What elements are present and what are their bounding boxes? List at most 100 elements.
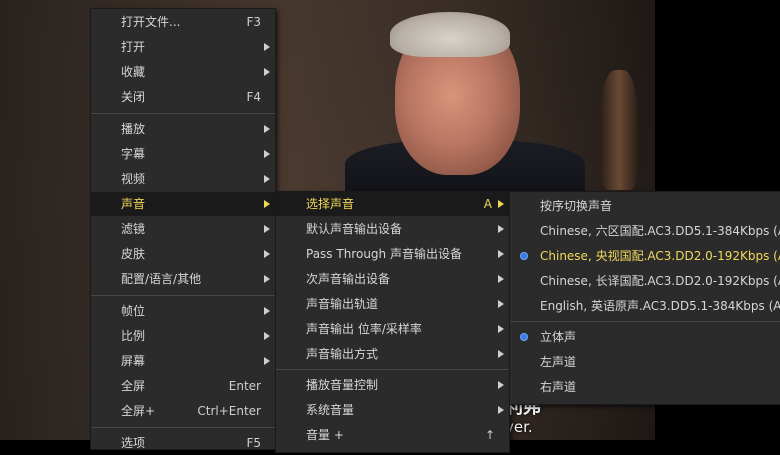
menu-item-label: 收藏 <box>121 65 146 79</box>
submenu-arrow-icon <box>264 275 270 283</box>
menu-item-audio-track-1[interactable]: Chinese, 六区国配.AC3.DD5.1-384Kbps (Au <box>510 219 780 243</box>
menu-item-audio-output-mode[interactable]: 声音输出方式 <box>276 342 509 366</box>
menu-item-filters[interactable]: 滤镜 <box>91 217 275 241</box>
menu-item-label: 全屏+ <box>121 404 156 418</box>
menu-item-label: 按序切换声音 <box>540 199 613 213</box>
menu-item-label: 声音输出方式 <box>306 347 379 361</box>
submenu-arrow-icon <box>498 381 504 389</box>
submenu-arrow-icon <box>264 125 270 133</box>
radio-selected-icon <box>520 333 528 341</box>
menu-item-label: Pass Through 声音输出设备 <box>306 247 462 261</box>
submenu-arrow-icon <box>498 225 504 233</box>
menu-item-label: 滤镜 <box>121 222 146 236</box>
menu-item-volume-up[interactable]: 音量 + ↑ <box>276 423 509 447</box>
menu-item-favorites[interactable]: 收藏 <box>91 60 275 84</box>
menu-item-label: 打开 <box>121 40 146 54</box>
submenu-arrow-icon <box>498 325 504 333</box>
menu-item-label: 屏幕 <box>121 354 146 368</box>
menu-item-shortcut: ↑ <box>484 428 495 442</box>
menu-item-config-language[interactable]: 配置/语言/其他 <box>91 267 275 291</box>
menu-item-subtitles[interactable]: 字幕 <box>91 142 275 166</box>
submenu-arrow-icon <box>264 225 270 233</box>
submenu-arrow-icon <box>264 68 270 76</box>
menu-item-stereo[interactable]: 立体声 <box>510 325 780 349</box>
menu-item-label: 声音输出轨道 <box>306 297 379 311</box>
menu-item-label: Chinese, 长译国配.AC3.DD2.0-192Kbps (Au <box>540 274 780 288</box>
submenu-arrow-icon <box>498 406 504 414</box>
submenu-arrow-icon <box>264 200 270 208</box>
menu-item-skin[interactable]: 皮肤 <box>91 242 275 266</box>
menu-item-aspect-ratio[interactable]: 比例 <box>91 324 275 348</box>
submenu-arrow-icon <box>264 175 270 183</box>
menu-item-audio[interactable]: 声音 <box>91 192 275 216</box>
menu-item-fullscreen[interactable]: 全屏 Enter <box>91 374 275 398</box>
menu-item-shortcut: F4 <box>246 90 261 104</box>
menu-item-audio-track-2[interactable]: Chinese, 央视国配.AC3.DD2.0-192Kbps (Au <box>510 244 780 268</box>
menu-item-options[interactable]: 选项 F5 <box>91 431 275 455</box>
submenu-arrow-icon <box>498 275 504 283</box>
menu-item-secondary-audio-device[interactable]: 次声音输出设备 <box>276 267 509 291</box>
menu-item-fullscreen-plus[interactable]: 全屏+ Ctrl+Enter <box>91 399 275 423</box>
menu-item-label: 打开文件... <box>121 15 181 29</box>
menu-item-label: 选项 <box>121 436 146 450</box>
menu-item-label: 帧位 <box>121 304 146 318</box>
video-person-hair <box>390 12 510 57</box>
menu-item-select-audio[interactable]: 选择声音 A <box>276 192 509 216</box>
menu-item-audio-track-4[interactable]: English, 英语原声.AC3.DD5.1-384Kbps (Au <box>510 294 780 318</box>
menu-item-label: Chinese, 央视国配.AC3.DD2.0-192Kbps (Au <box>540 249 780 263</box>
menu-item-label: 关闭 <box>121 90 146 104</box>
menu-item-label: 全屏 <box>121 379 146 393</box>
menu-item-right-channel[interactable]: 右声道 <box>510 375 780 399</box>
menu-item-shortcut: A <box>483 197 492 211</box>
menu-item-video[interactable]: 视频 <box>91 167 275 191</box>
submenu-arrow-icon <box>498 300 504 308</box>
menu-item-label: 比例 <box>121 329 146 343</box>
radio-selected-icon <box>520 252 528 260</box>
menu-item-label: 右声道 <box>540 380 577 394</box>
menu-separator <box>276 369 509 370</box>
menu-item-default-audio-device[interactable]: 默认声音输出设备 <box>276 217 509 241</box>
submenu-arrow-icon <box>264 250 270 258</box>
menu-item-open-file[interactable]: 打开文件... F3 <box>91 10 275 34</box>
submenu-arrow-icon <box>264 332 270 340</box>
menu-item-label: 视频 <box>121 172 146 186</box>
context-menu-select-audio: 按序切换声音 Chinese, 六区国配.AC3.DD5.1-384Kbps (… <box>509 191 780 405</box>
menu-item-shortcut: F3 <box>246 15 261 29</box>
submenu-arrow-icon <box>498 250 504 258</box>
menu-item-screen[interactable]: 屏幕 <box>91 349 275 373</box>
menu-item-label: 立体声 <box>540 330 577 344</box>
video-vase <box>600 70 638 190</box>
menu-item-label: 系统音量 <box>306 403 355 417</box>
menu-item-label: 播放 <box>121 122 146 136</box>
menu-item-audio-bitrate-samplerate[interactable]: 声音输出 位率/采样率 <box>276 317 509 341</box>
submenu-arrow-icon <box>498 350 504 358</box>
menu-item-label: English, 英语原声.AC3.DD5.1-384Kbps (Au <box>540 299 780 313</box>
menu-item-label: 字幕 <box>121 147 146 161</box>
submenu-arrow-icon <box>264 357 270 365</box>
menu-separator <box>510 321 780 322</box>
menu-item-playback[interactable]: 播放 <box>91 117 275 141</box>
menu-item-label: 播放音量控制 <box>306 378 379 392</box>
menu-item-left-channel[interactable]: 左声道 <box>510 350 780 374</box>
menu-item-label: 左声道 <box>540 355 577 369</box>
submenu-arrow-icon <box>264 307 270 315</box>
menu-item-label: 次声音输出设备 <box>306 272 391 286</box>
menu-item-audio-output-track[interactable]: 声音输出轨道 <box>276 292 509 316</box>
menu-item-frame[interactable]: 帧位 <box>91 299 275 323</box>
menu-item-label: 配置/语言/其他 <box>121 272 202 286</box>
menu-item-cycle-audio[interactable]: 按序切换声音 <box>510 194 780 218</box>
submenu-arrow-icon <box>264 43 270 51</box>
menu-item-system-volume[interactable]: 系统音量 <box>276 398 509 422</box>
menu-item-shortcut: Enter <box>228 379 261 393</box>
menu-item-passthrough-device[interactable]: Pass Through 声音输出设备 <box>276 242 509 266</box>
menu-separator <box>91 113 275 114</box>
submenu-arrow-icon <box>264 150 270 158</box>
menu-item-shortcut: F5 <box>246 436 261 450</box>
menu-item-playback-volume[interactable]: 播放音量控制 <box>276 373 509 397</box>
context-menu-audio: 选择声音 A 默认声音输出设备 Pass Through 声音输出设备 次声音输出… <box>275 191 510 453</box>
menu-item-open[interactable]: 打开 <box>91 35 275 59</box>
menu-item-audio-track-3[interactable]: Chinese, 长译国配.AC3.DD2.0-192Kbps (Au <box>510 269 780 293</box>
menu-item-label: 默认声音输出设备 <box>306 222 403 236</box>
menu-item-close[interactable]: 关闭 F4 <box>91 85 275 109</box>
context-menu-main: 打开文件... F3 打开 收藏 关闭 F4 播放 字幕 视频 声音 滤镜 皮肤 配… <box>90 8 276 450</box>
